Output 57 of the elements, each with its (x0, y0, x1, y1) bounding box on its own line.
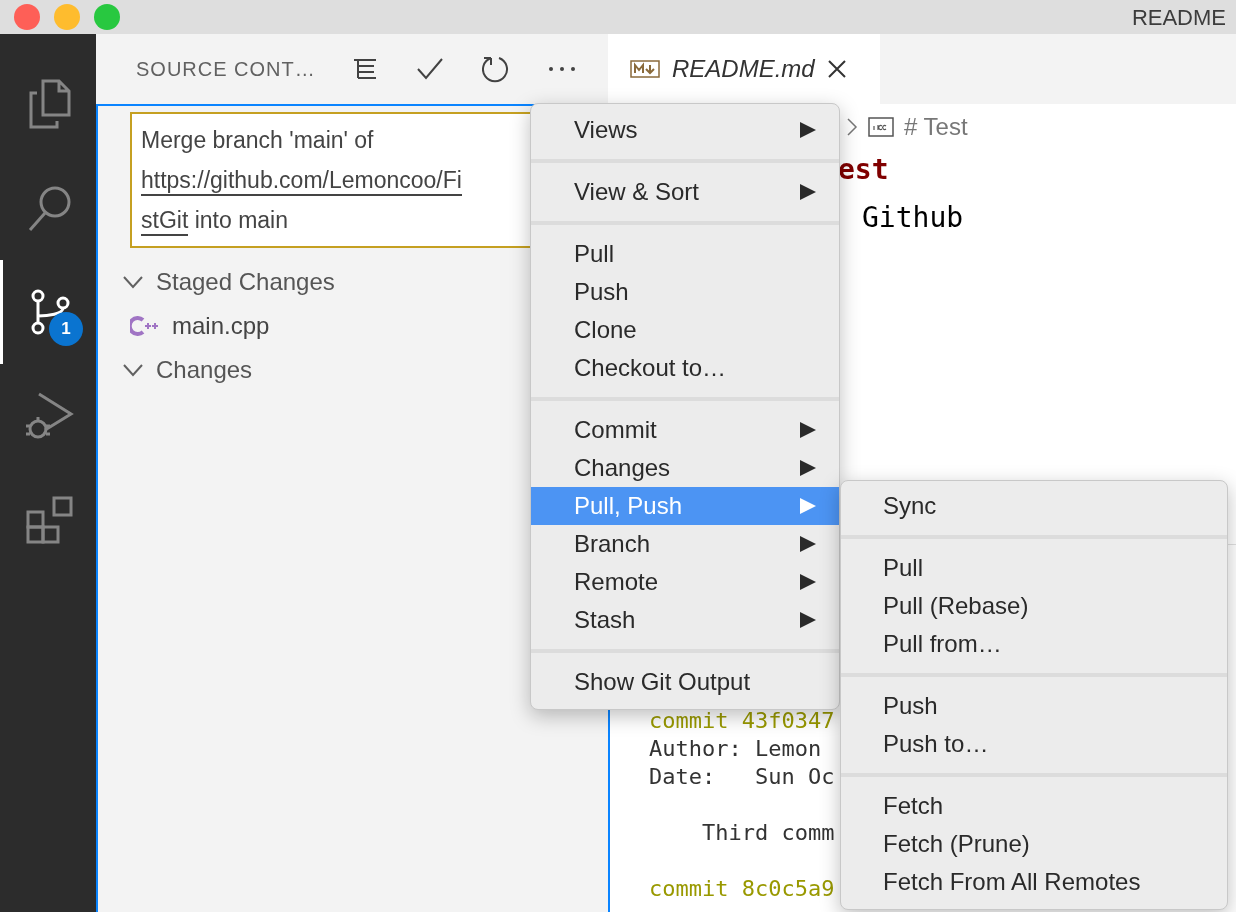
submenu-arrow-icon (799, 183, 817, 201)
menu-item[interactable]: Views (531, 111, 839, 149)
close-icon[interactable] (826, 59, 847, 79)
menu-item[interactable]: Fetch (Prune) (841, 825, 1227, 863)
menu-item[interactable]: Stash (531, 601, 839, 639)
terminal-line: Third comm (700, 819, 835, 847)
source-control-icon (29, 288, 70, 336)
chevron-right-icon (846, 117, 858, 137)
menu-item[interactable]: View & Sort (531, 173, 839, 211)
terminal-line: Author: Lemon (649, 735, 822, 763)
menu-item[interactable]: Remote (531, 563, 839, 601)
menu-item[interactable]: Branch (531, 525, 839, 563)
cpp-file-icon (130, 316, 158, 336)
menu-item[interactable]: Checkout to… (531, 349, 839, 387)
markdown-icon (630, 60, 660, 78)
terminal-line: Date: Sun Oc (649, 763, 835, 791)
submenu-arrow-icon (799, 611, 817, 629)
tree-list-icon (351, 57, 378, 81)
submenu-arrow-icon (799, 421, 817, 439)
menu-item[interactable]: Sync (841, 487, 1227, 525)
menu-item[interactable]: Pull from… (841, 625, 1227, 663)
submenu-arrow-icon (799, 459, 817, 477)
code-line: est (838, 152, 889, 188)
menu-item[interactable]: Clone (531, 311, 839, 349)
extensions-icon (25, 496, 74, 544)
menu-item[interactable]: Pull (Rebase) (841, 587, 1227, 625)
menu-item[interactable]: Push (531, 273, 839, 311)
panel-title: SOURCE CONT… (136, 57, 316, 82)
menu-item[interactable]: Pull (841, 549, 1227, 587)
window-title: README (1131, 3, 1226, 32)
menu-item[interactable]: Pull (531, 235, 839, 273)
terminal-line: commit 8c0c5a9 (649, 875, 835, 903)
breadcrumb-item[interactable]: # Test (904, 109, 968, 145)
notification-badge: 1 (49, 312, 83, 346)
submenu-arrow-icon (799, 573, 817, 591)
close-window-button[interactable] (14, 4, 40, 30)
menu-item[interactable]: Show Git Output (531, 663, 839, 701)
submenu-arrow-icon (799, 535, 817, 553)
terminal-line: commit 43f0347 (649, 707, 835, 735)
chevron-down-icon (122, 275, 144, 289)
checkmark-icon (415, 57, 444, 81)
menu-item[interactable]: Push (841, 687, 1227, 725)
menu-item[interactable]: Commit (531, 411, 839, 449)
ellipsis-icon (547, 65, 576, 73)
chevron-down-icon (122, 363, 144, 377)
text-symbol-icon (868, 117, 894, 137)
menu-item[interactable]: Push to… (841, 725, 1227, 763)
submenu-arrow-icon (799, 497, 817, 515)
menu-item[interactable]: Fetch (841, 787, 1227, 825)
refresh-icon (481, 54, 510, 84)
submenu-arrow-icon (799, 121, 817, 139)
menu-item[interactable]: Fetch From All Remotes (841, 863, 1227, 901)
code-line: Github (862, 200, 964, 236)
menu-item[interactable]: Changes (531, 449, 839, 487)
search-icon (26, 184, 73, 232)
activity-bar-item[interactable]: 1 (0, 260, 96, 364)
editor-tab[interactable]: README.md (608, 34, 880, 104)
